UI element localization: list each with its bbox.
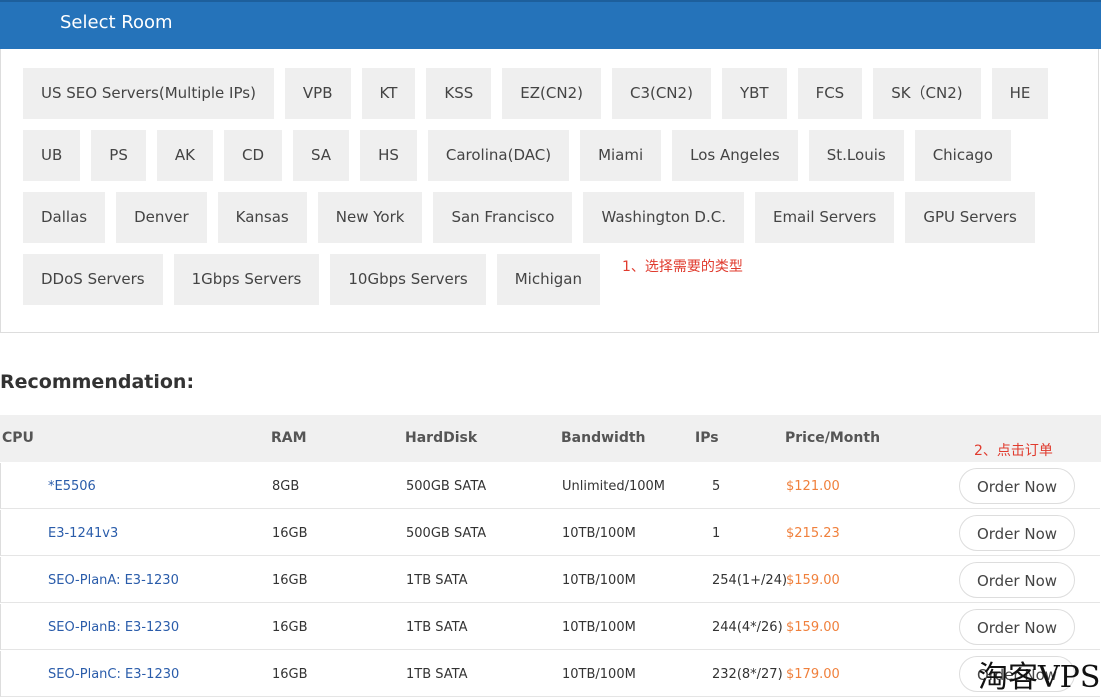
room-button[interactable]: VPB (284, 68, 351, 119)
order-now-button[interactable]: Order Now (959, 468, 1075, 504)
room-button[interactable]: YBT (721, 68, 787, 119)
room-button[interactable]: Miami (580, 130, 662, 181)
cpu-link[interactable]: SEO-PlanB: E3-1230 (48, 620, 179, 635)
ips-cell: 1 (712, 526, 721, 541)
room-button[interactable]: 10Gbps Servers (330, 254, 486, 305)
price-cell: $159.00 (786, 620, 840, 635)
room-button[interactable]: US SEO Servers(Multiple IPs) (23, 68, 274, 119)
room-row: UB PS AK CD SA HS Carolina(DAC) Miami Los Angele… (23, 130, 1011, 181)
table-header: CPU RAM HardDisk Bandwidth IPs Price/Month (0, 415, 1101, 462)
room-button[interactable]: St.Louis (808, 130, 904, 181)
bandwidth-cell: 10TB/100M (562, 620, 636, 635)
column-header: Price/Month (785, 430, 881, 446)
bandwidth-cell: 10TB/100M (562, 573, 636, 588)
table-row: SEO-PlanC: E3-1230 16GB 1TB SATA 10TB/100M 2… (0, 651, 1100, 697)
order-now-button[interactable]: Order Now (959, 609, 1075, 645)
room-button[interactable]: FCS (797, 68, 863, 119)
ram-cell: 16GB (272, 526, 308, 541)
table-row: SEO-PlanA: E3-1230 16GB 1TB SATA 10TB/100M 2… (0, 557, 1100, 603)
price-cell: $215.23 (786, 526, 840, 541)
watermark: 淘客VPS (978, 660, 1101, 695)
room-button[interactable]: San Francisco (433, 192, 573, 243)
cpu-link[interactable]: *E5506 (48, 479, 96, 494)
room-button[interactable]: Email Servers (754, 192, 895, 243)
select-room-header: Select Room (0, 0, 1101, 49)
room-button[interactable]: CD (223, 130, 282, 181)
room-row: US SEO Servers(Multiple IPs) VPB KT KSS EZ(C… (23, 68, 1049, 119)
room-button[interactable]: Michigan (496, 254, 600, 305)
room-button[interactable]: HS (360, 130, 417, 181)
room-button[interactable]: Chicago (914, 130, 1011, 181)
order-now-button[interactable]: Order Now (959, 515, 1075, 551)
table-row: *E5506 8GB 500GB SATA Unlimited/100M 5 $121.0… (0, 463, 1100, 509)
room-button[interactable]: PS (91, 130, 146, 181)
cpu-link[interactable]: E3-1241v3 (48, 526, 118, 541)
column-header: IPs (695, 430, 719, 446)
price-cell: $179.00 (786, 667, 840, 682)
room-button[interactable]: Washington D.C. (583, 192, 744, 243)
room-button[interactable]: EZ(CN2) (502, 68, 601, 119)
bandwidth-cell: Unlimited/100M (562, 479, 666, 494)
room-button[interactable]: Kansas (217, 192, 307, 243)
room-button[interactable]: DDoS Servers (23, 254, 163, 305)
cpu-link[interactable]: SEO-PlanA: E3-1230 (48, 573, 179, 588)
room-button[interactable]: KT (361, 68, 416, 119)
recommendation-title: Recommendation: (0, 371, 195, 393)
ram-cell: 16GB (272, 620, 308, 635)
price-cell: $121.00 (786, 479, 840, 494)
cpu-link[interactable]: SEO-PlanC: E3-1230 (48, 667, 179, 682)
room-button[interactable]: AK (156, 130, 213, 181)
room-button[interactable]: SA (293, 130, 350, 181)
room-row: Dallas Denver Kansas New York San Francisco W… (23, 192, 1035, 243)
ips-cell: 5 (712, 479, 721, 494)
bandwidth-cell: 10TB/100M (562, 667, 636, 682)
disk-cell: 1TB SATA (406, 620, 468, 635)
disk-cell: 500GB SATA (406, 479, 487, 494)
column-header: RAM (271, 430, 307, 446)
disk-cell: 1TB SATA (406, 667, 468, 682)
disk-cell: 500GB SATA (406, 526, 487, 541)
room-button[interactable]: KSS (426, 68, 492, 119)
room-button[interactable]: C3(CN2) (611, 68, 711, 119)
bandwidth-cell: 10TB/100M (562, 526, 636, 541)
room-button[interactable]: Dallas (23, 192, 106, 243)
table-row: E3-1241v3 16GB 500GB SATA 10TB/100M 1 $215.23… (0, 510, 1100, 556)
order-now-button[interactable]: Order Now (959, 562, 1075, 598)
room-button[interactable]: UB (23, 130, 81, 181)
room-button[interactable]: Denver (116, 192, 207, 243)
ips-cell: 254(1+/24) (712, 573, 788, 588)
ips-cell: 244(4*/26) (712, 620, 783, 635)
room-button[interactable]: New York (317, 192, 423, 243)
room-row: DDoS Servers 1Gbps Servers 10Gbps Servers M… (23, 254, 600, 305)
price-cell: $159.00 (786, 573, 840, 588)
ram-cell: 8GB (272, 479, 300, 494)
annotation-step2: 2、点击订单 (974, 443, 1053, 459)
column-header: HardDisk (405, 430, 478, 446)
room-button[interactable]: 1Gbps Servers (173, 254, 320, 305)
table-row: SEO-PlanB: E3-1230 16GB 1TB SATA 10TB/100M 2… (0, 604, 1100, 650)
column-header: Bandwidth (561, 430, 646, 446)
ram-cell: 16GB (272, 667, 308, 682)
header-title: Select Room (60, 12, 173, 33)
column-header: CPU (2, 430, 34, 446)
disk-cell: 1TB SATA (406, 573, 468, 588)
room-button[interactable]: GPU Servers (905, 192, 1035, 243)
room-button[interactable]: Carolina(DAC) (427, 130, 570, 181)
room-button[interactable]: Los Angeles (672, 130, 798, 181)
room-button[interactable]: HE (991, 68, 1049, 119)
room-button[interactable]: SK（CN2) (873, 68, 981, 119)
annotation-step1: 1、选择需要的类型 (622, 259, 743, 275)
ram-cell: 16GB (272, 573, 308, 588)
ips-cell: 232(8*/27) (712, 667, 783, 682)
